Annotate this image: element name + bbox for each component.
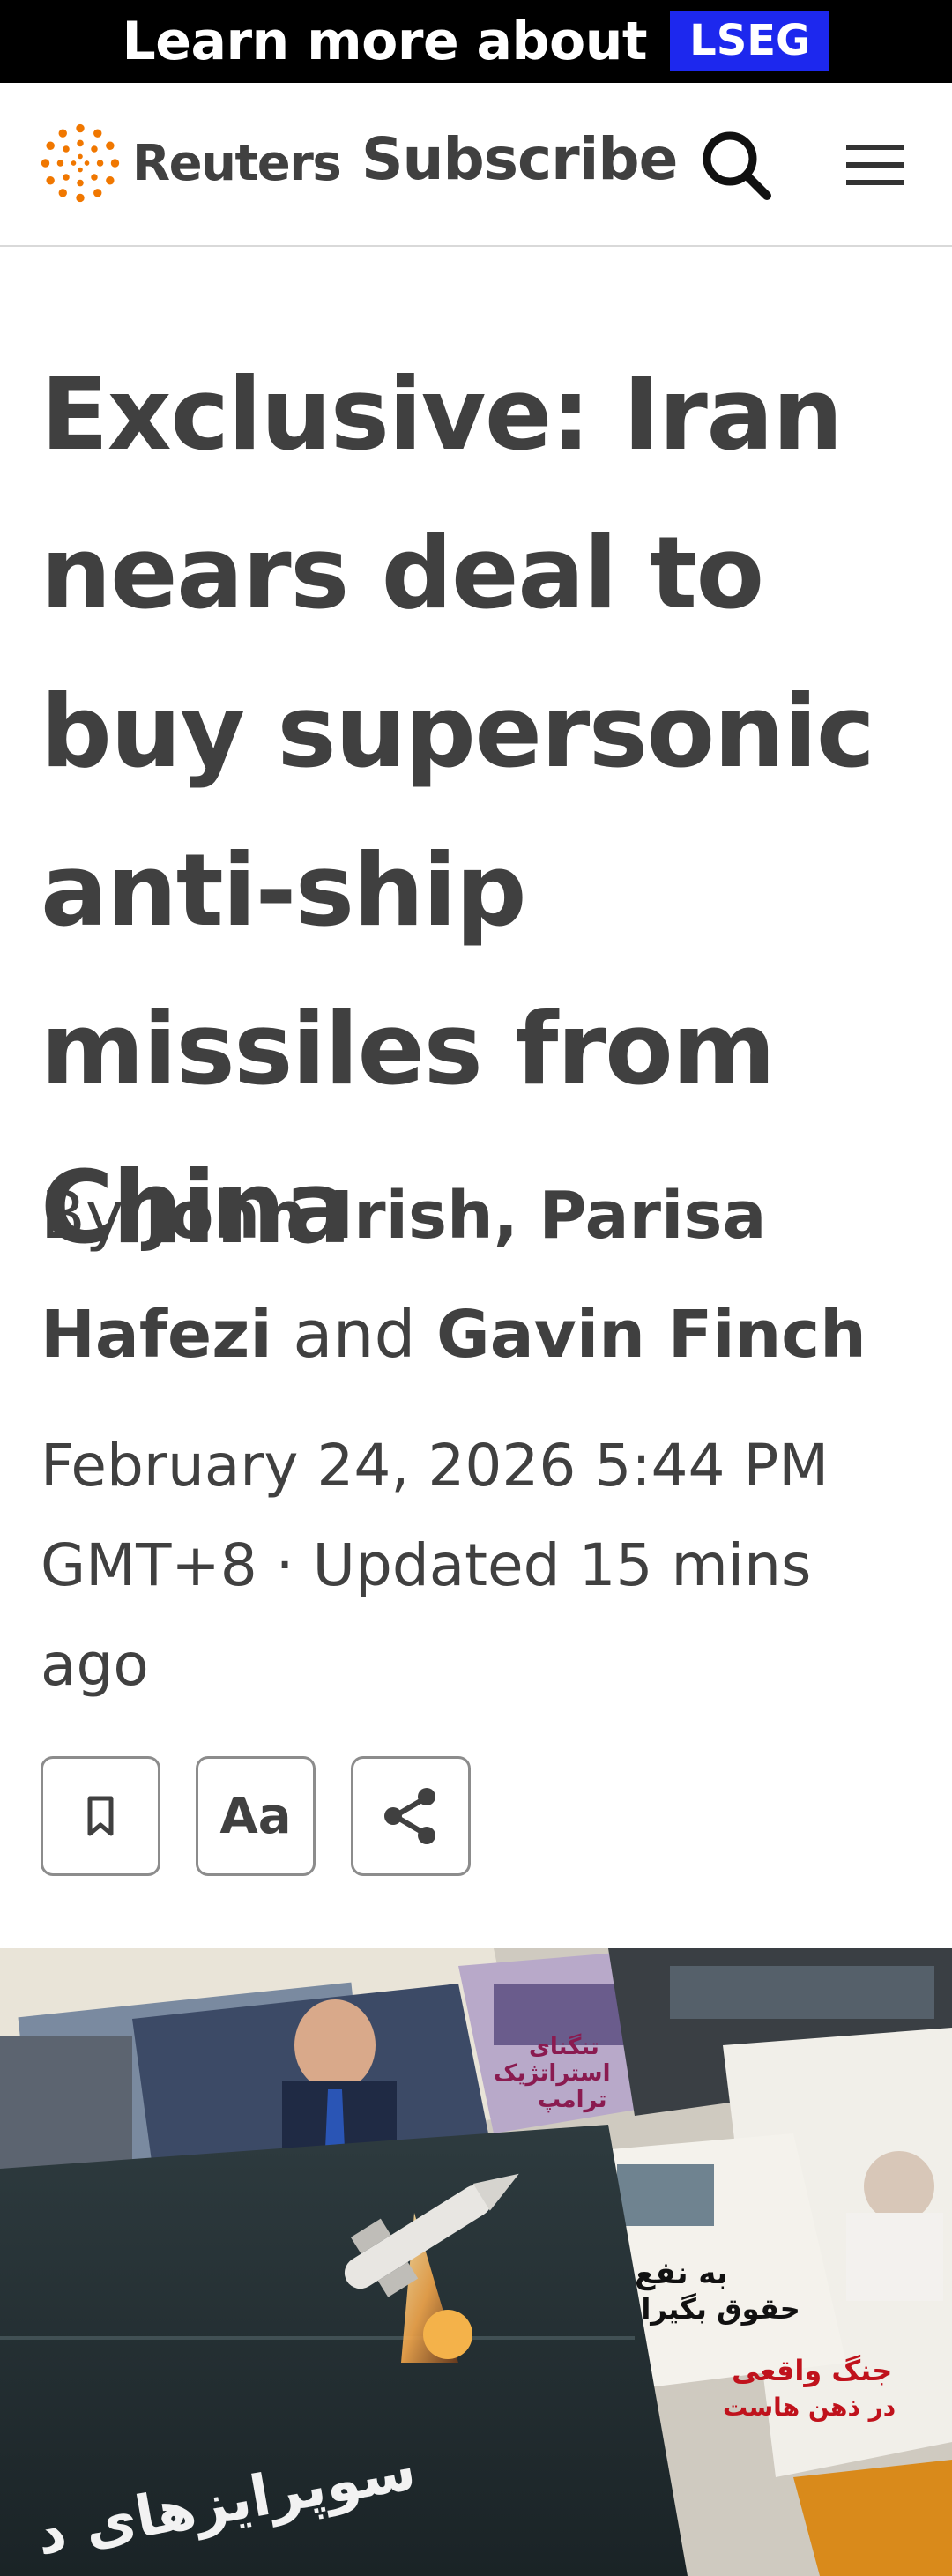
paper-headline-text: حقوق بگیران xyxy=(617,2292,800,2326)
byline-separator: , xyxy=(493,1178,518,1254)
menu-icon xyxy=(846,145,904,185)
bookmark-icon xyxy=(87,1796,114,1836)
site-header: Reuters Subscribe xyxy=(0,83,952,247)
paper-headline-text: به نفع xyxy=(635,2256,728,2291)
byline-prefix: By xyxy=(41,1178,124,1254)
author-link[interactable]: John Irish xyxy=(145,1178,494,1254)
font-size-label: Aa xyxy=(219,1787,292,1845)
reuters-logo[interactable]: Reuters xyxy=(39,122,342,205)
article-dateline: February 24, 2026 5:44 PM GMT+8 · Update… xyxy=(41,1432,829,1699)
hero-image[interactable]: استراتژیک تنگنای ترامپ به نفع حقوق بگیرا… xyxy=(0,1948,952,2576)
article-headline: Exclusive: Iran nears deal to buy supers… xyxy=(41,356,875,1266)
search-button[interactable] xyxy=(696,125,776,205)
logo-text: Reuters xyxy=(132,134,342,192)
subscribe-link[interactable]: Subscribe xyxy=(361,125,678,193)
article-actions: Aa xyxy=(41,1756,471,1876)
ad-text: Learn more about xyxy=(122,11,648,72)
paper-headline-text: ترامپ xyxy=(538,2087,606,2113)
paper-headline-text: جنگ واقعی xyxy=(732,2354,892,2387)
paper-headline-text: در ذهن هاست xyxy=(723,2393,896,2422)
share-button[interactable] xyxy=(351,1756,471,1876)
ad-banner[interactable]: Learn more about LSEG xyxy=(0,0,952,83)
ad-badge: LSEG xyxy=(670,11,830,71)
paper-headline-text: تنگنای xyxy=(529,2033,599,2060)
share-icon xyxy=(384,1788,435,1844)
article-byline: By John Irish, Parisa Hafezi and Gavin F… xyxy=(41,1157,922,1395)
bookmark-button[interactable] xyxy=(41,1756,160,1876)
paper-headline-text: استراتژیک xyxy=(494,2060,611,2087)
byline-and: and xyxy=(293,1297,416,1373)
menu-button[interactable] xyxy=(839,125,919,205)
search-icon xyxy=(703,131,771,200)
author-link[interactable]: Gavin Finch xyxy=(436,1297,866,1373)
font-size-button[interactable]: Aa xyxy=(196,1756,316,1876)
newspaper-photo: استراتژیک تنگنای ترامپ به نفع حقوق بگیرا… xyxy=(0,1948,952,2576)
reuters-logo-icon xyxy=(41,123,120,203)
